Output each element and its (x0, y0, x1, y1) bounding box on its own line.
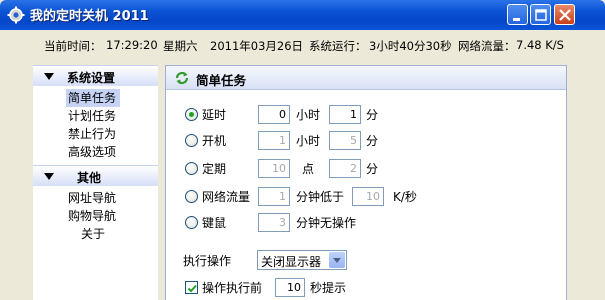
window-title: 我的定时关机 2011 (30, 9, 149, 24)
boot-minutes-unit: 分 (366, 134, 379, 148)
radio-network-traffic[interactable] (185, 190, 198, 203)
option-delay-label: 延时 (202, 108, 227, 122)
network-threshold-input[interactable]: 10 (352, 187, 384, 206)
periodic-minute-input[interactable]: 2 (329, 159, 361, 178)
collapse-triangle-icon (44, 73, 54, 80)
exec-action-label: 执行操作 (183, 254, 232, 268)
maximize-icon (535, 9, 547, 21)
weekday: 星期六 (163, 39, 198, 53)
notify-seconds-input[interactable]: 10 (275, 278, 305, 297)
sidebar-item-forbid-actions[interactable]: 禁止行为 (68, 125, 116, 143)
traffic-label: 网络流量： (458, 39, 516, 53)
boot-minutes-input[interactable]: 5 (329, 131, 361, 150)
idle-minutes-input[interactable]: 3 (258, 213, 290, 232)
radio-periodic[interactable] (185, 162, 198, 175)
option-network-label: 网络流量 (202, 190, 251, 204)
status-line: 当前时间： 17:29:20 星期六 2011年03月26日 系统运行： 3小时… (0, 30, 605, 60)
option-boot-label: 开机 (202, 134, 227, 148)
periodic-minute-unit: 分 (366, 162, 379, 176)
delay-minutes-input[interactable]: 1 (329, 105, 361, 124)
delay-hours-input[interactable]: 0 (258, 105, 290, 124)
minimize-icon (513, 18, 520, 21)
radio-boot[interactable] (185, 134, 198, 147)
sidebar-item-about[interactable]: 关于 (81, 225, 105, 243)
sidebar: 系统设置 简单任务 计划任务 禁止行为 高级选项 其他 网址导航 购物导航 关于 (33, 65, 158, 300)
collapse-triangle-icon (44, 173, 54, 180)
current-time: 17:29:20 (106, 38, 158, 52)
uptime-label: 系统运行： (309, 39, 367, 53)
sidebar-item-advanced[interactable]: 高级选项 (68, 143, 116, 161)
exec-action-select[interactable]: 关闭显示器 (257, 250, 347, 270)
maximize-button[interactable] (530, 4, 551, 25)
idle-minutes-unit: 分钟无操作 (296, 216, 357, 230)
notify-unit: 秒提示 (310, 281, 347, 295)
sidebar-item-scheduled-task[interactable]: 计划任务 (68, 107, 116, 125)
radio-delay[interactable] (185, 108, 198, 121)
date: 2011年03月26日 (210, 39, 304, 53)
boot-hours-unit: 小时 (296, 134, 321, 148)
option-periodic-label: 定期 (202, 162, 227, 176)
sidebar-section-system[interactable]: 系统设置 (33, 65, 158, 86)
app-gear-icon (7, 6, 25, 24)
network-minutes-unit: 分钟低于 (296, 190, 345, 204)
panel-header: 简单任务 (166, 66, 566, 90)
sidebar-item-url-nav[interactable]: 网址导航 (68, 189, 116, 207)
close-button[interactable] (554, 4, 575, 25)
sidebar-item-simple-task[interactable]: 简单任务 (66, 89, 121, 107)
panel-title: 简单任务 (196, 73, 247, 88)
network-minutes-input[interactable]: 1 (258, 187, 290, 206)
current-time-label: 当前时间： (44, 39, 102, 53)
periodic-hour-input[interactable]: 10 (258, 159, 290, 178)
checkmark-icon (187, 284, 197, 293)
section-title: 其他 (77, 171, 102, 185)
periodic-hour-unit: 点 (302, 162, 315, 176)
close-icon (559, 9, 571, 21)
notify-label: 操作执行前 (202, 281, 263, 295)
sidebar-item-shopping-nav[interactable]: 购物导航 (68, 207, 116, 225)
network-threshold-unit: K/秒 (393, 190, 417, 204)
delay-minutes-unit: 分 (366, 108, 379, 122)
traffic: 7.48 K/S (516, 38, 564, 52)
delay-hours-unit: 小时 (296, 108, 321, 122)
radio-keyboard-mouse[interactable] (185, 216, 198, 229)
minimize-button[interactable] (507, 4, 528, 25)
notify-checkbox[interactable] (185, 281, 198, 294)
exec-action-value: 关闭显示器 (261, 255, 322, 269)
title-bar[interactable]: 我的定时关机 2011 (0, 0, 605, 30)
dropdown-arrow-icon[interactable] (329, 252, 345, 268)
option-keyboard-mouse-label: 键鼠 (202, 216, 227, 230)
sidebar-section-other[interactable]: 其他 (33, 165, 158, 186)
refresh-icon (175, 71, 189, 85)
boot-hours-input[interactable]: 1 (258, 131, 290, 150)
uptime: 3小时40分30秒 (369, 39, 452, 53)
section-title: 系统设置 (67, 71, 116, 85)
